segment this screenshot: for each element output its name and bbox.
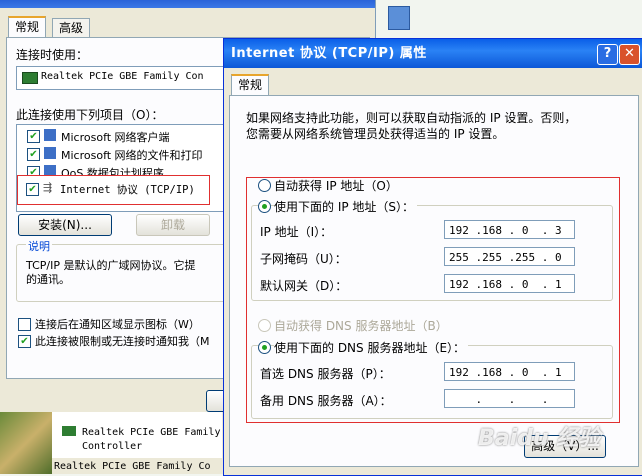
item-checkbox[interactable]: ✔ bbox=[27, 130, 40, 143]
notify-checkbox[interactable]: ✔ bbox=[18, 335, 31, 348]
close-icon[interactable]: ✕ bbox=[619, 44, 640, 65]
gateway-label: 默认网关（D）： bbox=[260, 279, 348, 293]
network-connection-icon[interactable] bbox=[388, 6, 410, 30]
list-item: Microsoft 网络客户端 bbox=[61, 131, 170, 144]
items-label: 此连接使用下列项目（O）： bbox=[16, 108, 164, 122]
show-icon-checkbox[interactable] bbox=[18, 318, 31, 331]
item-checkbox[interactable]: ✔ bbox=[27, 148, 40, 161]
subnet-mask-label: 子网掩码（U）： bbox=[260, 252, 347, 266]
manual-ip-label: 使用下面的 IP 地址（S）： bbox=[274, 198, 418, 215]
adapter-list-panel: Realtek PCIe GBE Family Controller bbox=[52, 412, 222, 458]
show-icon-label: 连接后在通知区域显示图标（W） bbox=[35, 318, 200, 331]
manual-dns-label: 使用下面的 DNS 服务器地址（E）： bbox=[274, 339, 469, 356]
install-button[interactable]: 安装(N)... bbox=[18, 214, 112, 236]
gateway-field[interactable]: 192 .168 . 0 . 1 bbox=[444, 274, 575, 293]
desktop-image bbox=[0, 412, 52, 474]
description-title: 说明 bbox=[26, 238, 52, 254]
client-icon bbox=[44, 129, 56, 141]
manual-dns-radio[interactable] bbox=[258, 341, 271, 354]
connect-using-label: 连接时使用： bbox=[16, 48, 89, 62]
tab-advanced-bg[interactable]: 高级 bbox=[52, 18, 91, 37]
alternate-dns-field[interactable]: . . . bbox=[444, 389, 575, 408]
description-text: 的通讯。 bbox=[26, 273, 70, 286]
adapter-list-item: Controller bbox=[82, 441, 143, 452]
tab-general-bg[interactable]: 常规 bbox=[8, 16, 47, 37]
auto-dns-label: 自动获得 DNS 服务器地址（B） bbox=[274, 319, 448, 333]
dialog-title: Internet 协议 (TCP/IP) 属性 bbox=[231, 46, 427, 61]
notify-label: 此连接被限制或无连接时通知我（M bbox=[35, 335, 210, 348]
watermark-logo: Baidu 经验 bbox=[478, 426, 601, 451]
dialog-title-bar[interactable]: Internet 协议 (TCP/IP) 属性 bbox=[224, 39, 642, 68]
background-title-bar bbox=[0, 0, 375, 8]
auto-ip-radio[interactable] bbox=[258, 179, 271, 192]
adapter-list-item: Realtek PCIe GBE Family bbox=[82, 427, 221, 438]
manual-ip-radio[interactable] bbox=[258, 200, 271, 213]
protocol-icon: ⇶ bbox=[43, 181, 53, 194]
uninstall-button: 卸载 bbox=[136, 214, 210, 236]
adapter-name: Realtek PCIe GBE Family Con bbox=[41, 71, 204, 82]
preferred-dns-label: 首选 DNS 服务器（P）： bbox=[260, 367, 391, 381]
tab-general[interactable]: 常规 bbox=[231, 74, 270, 95]
ip-address-field[interactable]: 192 .168 . 0 . 3 bbox=[444, 220, 575, 239]
file-share-icon bbox=[44, 147, 56, 159]
network-adapter-icon bbox=[22, 72, 38, 84]
auto-dns-radio[interactable] bbox=[258, 319, 271, 332]
tcpip-checkbox[interactable]: ✔ bbox=[26, 183, 39, 196]
list-item: Microsoft 网络的文件和打印 bbox=[61, 149, 203, 162]
help-icon[interactable]: ? bbox=[597, 44, 618, 65]
auto-ip-label: 自动获得 IP 地址（O） bbox=[274, 179, 398, 193]
preferred-dns-field[interactable]: 192 .168 . 0 . 1 bbox=[444, 362, 575, 381]
tcpip-properties-dialog: Internet 协议 (TCP/IP) 属性 ? ✕ 常规 如果网络支持此功能… bbox=[223, 38, 642, 476]
subnet-mask-field[interactable]: 255 .255 .255 . 0 bbox=[444, 247, 575, 266]
intro-text: 如果网络支持此功能，则可以获取自动指派的 IP 设置。否则， bbox=[246, 111, 577, 125]
tcpip-label: Internet 协议 (TCP/IP) bbox=[60, 184, 195, 196]
adapter-list-item: Realtek PCIe GBE Family Co bbox=[54, 461, 211, 472]
adapter-icon bbox=[62, 426, 76, 436]
tcpip-item-highlight[interactable]: ✔ ⇶ Internet 协议 (TCP/IP) bbox=[17, 175, 210, 205]
adapter-field[interactable]: Realtek PCIe GBE Family Con bbox=[16, 66, 233, 90]
alternate-dns-label: 备用 DNS 服务器（A）： bbox=[260, 394, 392, 408]
intro-text: 您需要从网络系统管理员处获得适当的 IP 设置。 bbox=[246, 127, 505, 141]
ip-address-label: IP 地址（I）： bbox=[260, 225, 333, 239]
